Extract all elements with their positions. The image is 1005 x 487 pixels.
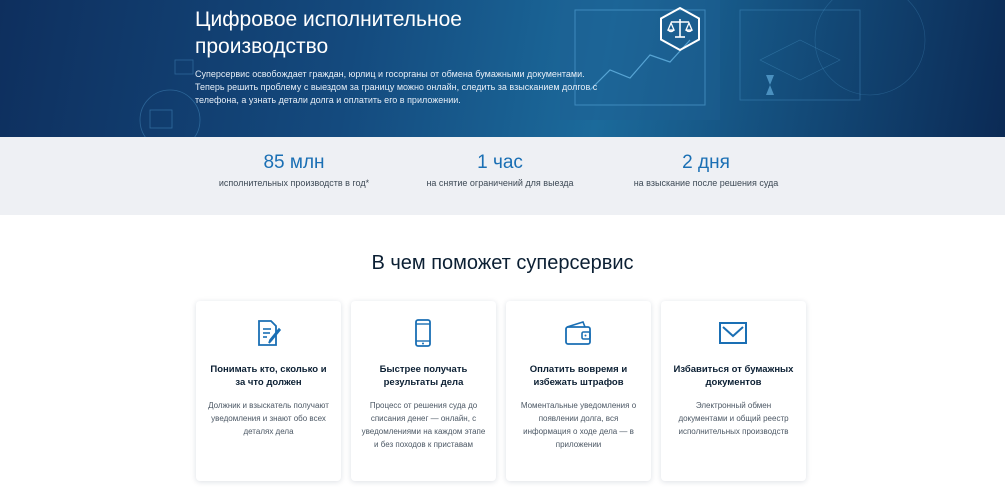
stat-item: 2 дня на взыскание после решения суда xyxy=(626,152,786,190)
card-title: Быстрее получать результаты дела xyxy=(379,364,468,388)
card-text: Процесс от решения суда до списания дене… xyxy=(361,401,486,449)
hero-banner: Цифровое исполнительное производство Суп… xyxy=(0,0,1005,137)
feature-card: Быстрее получать результаты дела Процесс… xyxy=(351,301,496,481)
envelope-icon xyxy=(719,322,747,344)
document-edit-icon xyxy=(258,320,282,346)
card-text: Моментальные уведомления о появлении дол… xyxy=(520,401,637,449)
smartphone-icon xyxy=(415,319,431,347)
wallet-icon xyxy=(565,321,591,345)
stat-item: 1 час на снятие ограничений для выезда xyxy=(420,152,580,190)
stat-value: 2 дня xyxy=(682,152,730,173)
stat-value: 85 млн xyxy=(263,152,325,173)
hero-description: Суперсервис освобождает граждан, юрлиц и… xyxy=(195,69,598,105)
card-text: Электронный обмен документами и общий ре… xyxy=(678,401,789,436)
stat-label: на снятие ограничений для выезда xyxy=(426,178,574,188)
card-title: Оплатить вовремя и избежать штрафов xyxy=(529,364,628,388)
feature-card: Избавиться от бумажных документов Электр… xyxy=(661,301,806,481)
scales-icon xyxy=(660,6,700,52)
feature-card: Оплатить вовремя и избежать штрафов Моме… xyxy=(506,301,651,481)
card-text: Должник и взыскатель получают уведомлени… xyxy=(208,401,329,436)
hero-title: Цифровое исполнительное производство xyxy=(195,8,462,58)
section-title: В чем поможет суперсервис xyxy=(371,252,634,274)
stat-value: 1 час xyxy=(477,152,523,173)
feature-card: Понимать кто, сколько и за что должен До… xyxy=(196,301,341,481)
stat-label: исполнительных производств в год* xyxy=(218,178,370,188)
card-title: Понимать кто, сколько и за что должен xyxy=(210,364,327,388)
stat-item: 85 млн исполнительных производств в год* xyxy=(214,152,374,190)
stat-label: на взыскание после решения суда xyxy=(633,178,779,188)
stats-band: 85 млн исполнительных производств в год*… xyxy=(0,137,1005,215)
card-title: Избавиться от бумажных документов xyxy=(673,364,794,388)
